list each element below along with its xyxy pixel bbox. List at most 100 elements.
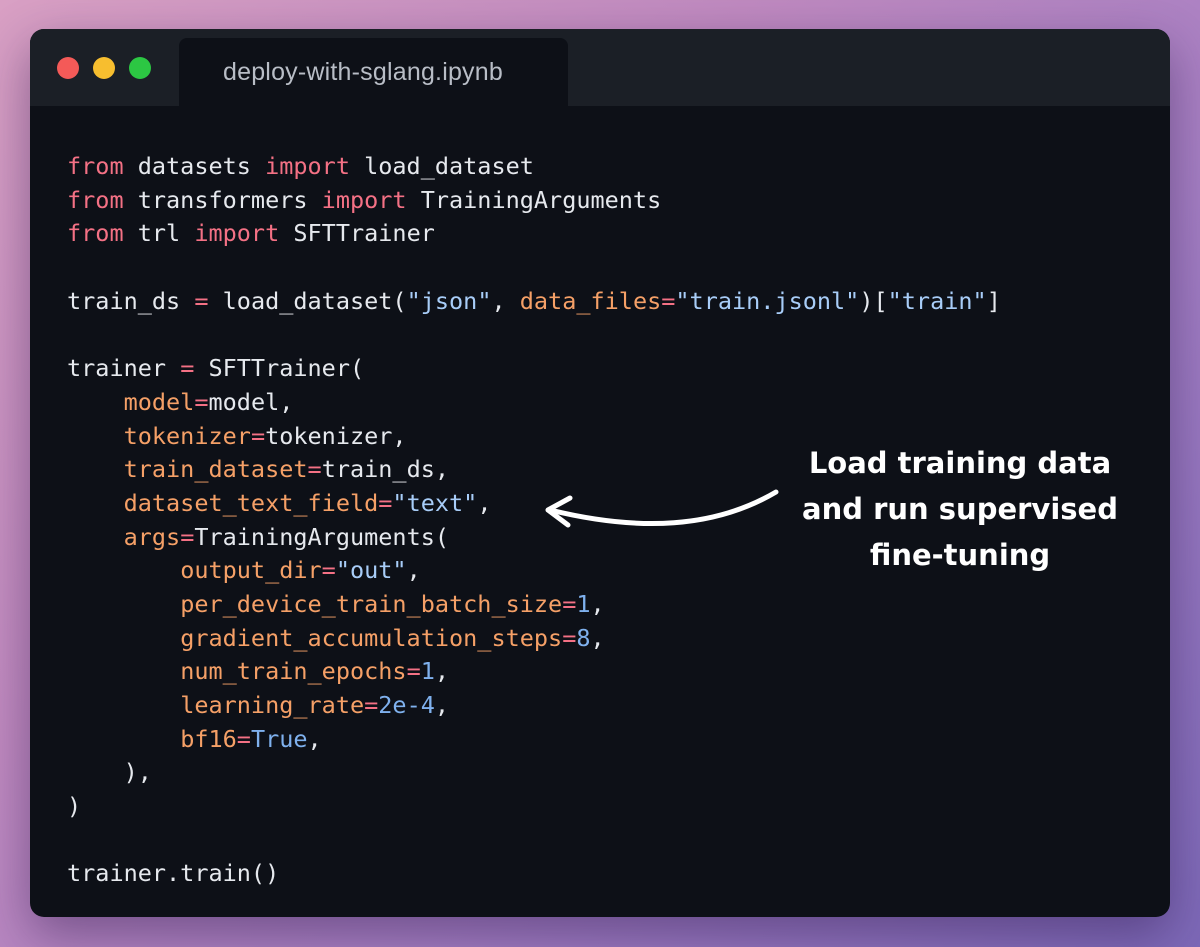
code-token: ] (986, 286, 1001, 315)
code-line: from transformers import TrainingArgumen… (67, 184, 1001, 218)
code-token: dataset_text_field (123, 488, 379, 517)
code-token: model, (208, 387, 294, 416)
annotation-callout: Load training data and run supervised fi… (790, 440, 1130, 578)
close-window-button[interactable] (57, 57, 79, 79)
code-token: load_dataset (349, 152, 534, 180)
code-line: train_ds = load_dataset("json", data_fil… (67, 285, 1001, 319)
code-token: = (194, 286, 209, 315)
code-token: = (562, 589, 577, 618)
code-token: SFTTrainer( (194, 354, 365, 383)
code-token: train_ds (67, 286, 195, 315)
code-token: = (236, 724, 251, 753)
code-token: TrainingArguments( (194, 522, 450, 551)
code-line: from datasets import load_dataset (67, 150, 1001, 184)
arrow-icon (545, 489, 779, 528)
code-token: 8 (576, 623, 591, 652)
code-token: = (180, 522, 195, 551)
code-token: train_dataset (123, 455, 308, 484)
code-token: import (321, 185, 407, 214)
code-token: 1 (576, 589, 591, 618)
code-token: SFTTrainer (279, 219, 435, 248)
code-line: per_device_train_batch_size=1, (67, 588, 1001, 622)
code-token: "out" (335, 556, 407, 585)
code-line: from trl import SFTTrainer (67, 217, 1001, 251)
code-token: "train" (887, 286, 987, 315)
code-token: , (434, 691, 450, 719)
code-token: = (406, 657, 421, 686)
code-line: gradient_accumulation_steps=8, (67, 622, 1001, 656)
code-token: data_files (519, 286, 662, 315)
code-token: 2e-4 (378, 691, 435, 719)
code-line: ) (67, 790, 1001, 824)
code-token: model (123, 387, 195, 416)
code-line: model=model, (67, 386, 1001, 420)
code-token: = (378, 488, 393, 517)
code-token: True (250, 724, 308, 753)
code-token: , (590, 623, 605, 652)
minimize-window-button[interactable] (93, 57, 115, 79)
code-token: = (562, 623, 577, 652)
code-token: from (67, 219, 124, 248)
code-token: )[ (859, 286, 888, 315)
tab-label: deploy-with-sglang.ipynb (223, 58, 503, 86)
code-token: , (406, 556, 421, 585)
annotation-line-3: fine-tuning (869, 538, 1051, 572)
code-token: , (491, 286, 520, 315)
code-token: , (434, 657, 450, 686)
code-token: transformers (123, 185, 322, 214)
code-token: = (661, 286, 676, 315)
code-token: = (250, 421, 266, 450)
code-line: num_train_epochs=1, (67, 655, 1001, 689)
code-token: = (321, 556, 336, 585)
code-token: load_dataset( (208, 286, 407, 315)
code-token: , (477, 488, 492, 517)
tab-notebook[interactable]: deploy-with-sglang.ipynb (179, 38, 568, 106)
code-token: trainer (67, 354, 181, 383)
code-token: = (194, 387, 209, 416)
code-token: per_device_train_batch_size (180, 589, 563, 618)
code-token: trl (123, 219, 195, 248)
code-line: ), (67, 756, 1001, 790)
code-token: tokenizer (123, 421, 251, 450)
code-line: bf16=True, (67, 723, 1001, 757)
code-token: , (590, 589, 605, 618)
annotation-line-1: Load training data (808, 446, 1112, 480)
code-token: ) (67, 792, 82, 821)
code-token: trainer.train() (67, 859, 280, 888)
maximize-window-button[interactable] (129, 57, 151, 79)
code-token: gradient_accumulation_steps (180, 623, 563, 652)
code-token: learning_rate (180, 691, 365, 719)
annotation-line-2: and run supervised (802, 492, 1118, 526)
code-token: = (307, 455, 322, 484)
code-token: 1 (420, 657, 435, 686)
code-token: bf16 (180, 724, 237, 753)
code-token: "text" (392, 488, 478, 517)
code-token: "train.jsonl" (675, 286, 860, 315)
code-line: learning_rate=2e-4, (67, 689, 1001, 723)
code-token: = (364, 691, 379, 719)
code-token: "json" (406, 286, 492, 315)
code-line: trainer = SFTTrainer( (67, 352, 1001, 386)
code-token: ), (67, 758, 152, 787)
code-line: trainer.train() (67, 857, 1001, 891)
code-token: = (180, 354, 195, 383)
code-token: args (123, 522, 181, 551)
code-token: TrainingArguments (406, 185, 662, 214)
code-token: datasets (123, 152, 266, 180)
title-bar: deploy-with-sglang.ipynb (30, 29, 1170, 106)
code-token: output_dir (180, 556, 322, 585)
